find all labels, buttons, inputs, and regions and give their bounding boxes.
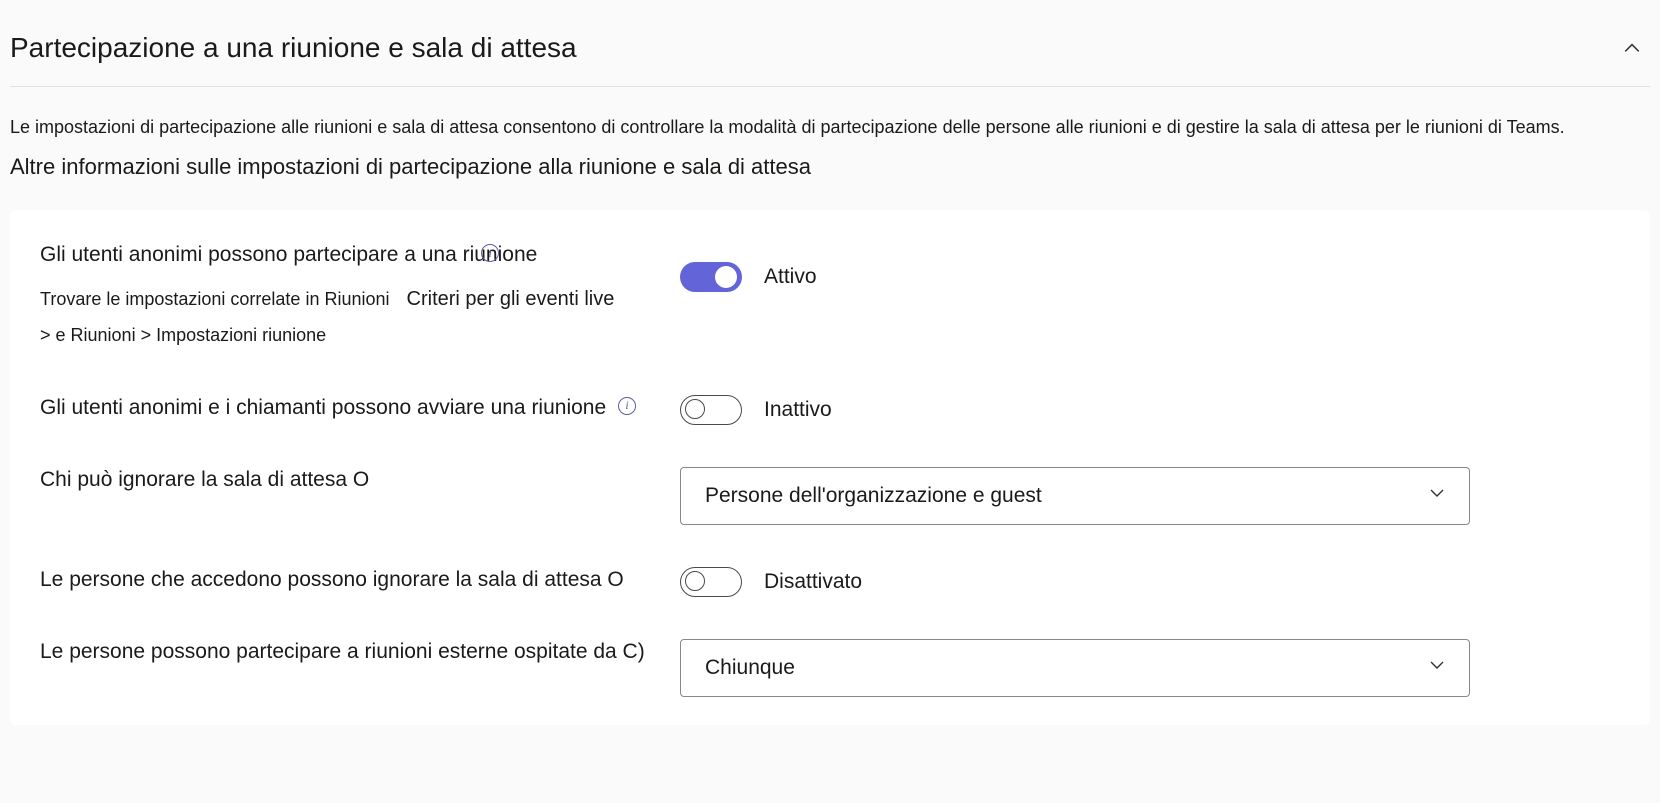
dialin-bypass-label: Le persone che accedono possono ignorare… xyxy=(40,565,660,595)
bypass-lobby-select[interactable]: Persone dell'organizzazione e guest xyxy=(680,467,1470,525)
toggle-knob xyxy=(685,571,705,591)
setting-anon-start: Gli utenti anonimi e i chiamanti possono… xyxy=(40,373,1620,445)
collapse-button[interactable] xyxy=(1622,38,1642,58)
anon-start-state: Inattivo xyxy=(764,398,832,422)
setting-dialin-bypass: Le persone che accedono possono ignorare… xyxy=(40,545,1620,617)
bypass-lobby-value: Persone dell'organizzazione e guest xyxy=(705,484,1042,508)
section-header: Partecipazione a una riunione e sala di … xyxy=(10,10,1650,87)
section-title: Partecipazione a una riunione e sala di … xyxy=(10,32,577,64)
setting-anon-join: Gli utenti anonimi possono partecipare a… xyxy=(40,234,1620,373)
dialin-bypass-toggle[interactable] xyxy=(680,567,742,597)
description-block: Le impostazioni di partecipazione alle r… xyxy=(10,87,1650,198)
anon-join-label: Gli utenti anonimi possono partecipare a… xyxy=(40,240,660,270)
external-join-select[interactable]: Chiunque xyxy=(680,639,1470,697)
chevron-down-icon xyxy=(1429,657,1445,678)
anon-join-label-text: Gli utenti anonimi possono partecipare a… xyxy=(40,243,537,266)
anon-join-sub-prefix: Trovare le impostazioni correlate in Riu… xyxy=(40,289,390,309)
settings-card: Gli utenti anonimi possono partecipare a… xyxy=(10,210,1650,725)
chevron-down-icon xyxy=(1429,485,1445,506)
chevron-up-icon xyxy=(1623,39,1641,57)
dialin-bypass-state: Disattivato xyxy=(764,570,862,594)
anon-start-label-text: Gli utenti anonimi e i chiamanti possono… xyxy=(40,396,606,419)
info-icon[interactable]: i xyxy=(618,397,636,415)
setting-bypass-lobby: Chi può ignorare la sala di attesa O Per… xyxy=(40,445,1620,545)
live-events-policies-link[interactable]: Criteri per gli eventi live xyxy=(407,288,615,310)
external-join-value: Chiunque xyxy=(705,656,795,680)
anon-start-toggle[interactable] xyxy=(680,395,742,425)
toggle-knob xyxy=(685,399,705,419)
learn-more-link[interactable]: Altre informazioni sulle impostazioni di… xyxy=(10,154,1650,180)
setting-external-join: Le persone possono partecipare a riunion… xyxy=(40,617,1620,701)
toggle-knob xyxy=(715,266,737,288)
anon-join-toggle[interactable] xyxy=(680,262,742,292)
bypass-lobby-label: Chi può ignorare la sala di attesa O xyxy=(40,465,660,495)
external-join-label: Le persone possono partecipare a riunion… xyxy=(40,637,660,667)
anon-join-sublabel: Trovare le impostazioni correlate in Riu… xyxy=(40,280,660,352)
anon-join-sub-rest: > e Riunioni > Impostazioni riunione xyxy=(40,325,326,345)
anon-join-state: Attivo xyxy=(764,265,817,289)
section-description: Le impostazioni di partecipazione alle r… xyxy=(10,117,1650,138)
anon-start-label: Gli utenti anonimi e i chiamanti possono… xyxy=(40,393,660,423)
